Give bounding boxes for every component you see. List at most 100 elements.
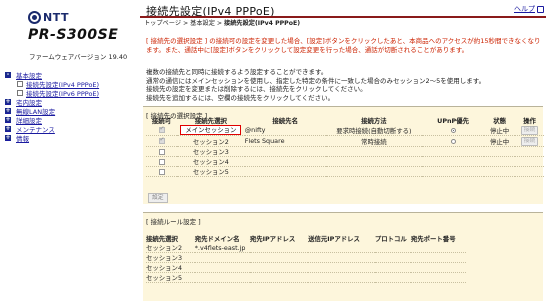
destination-name[interactable] <box>244 156 326 167</box>
column-header: 接続可 <box>151 117 172 125</box>
brand-name: NTT <box>43 11 69 24</box>
description-line: 接続先を追加するには、空欄の接続先をクリックしてください。 <box>146 94 335 103</box>
column-header: 接続先名 <box>272 117 298 125</box>
sidebar-item[interactable]: + 情報 <box>5 133 99 143</box>
session-name-cell[interactable]: メインセッション <box>177 125 245 136</box>
rule-empty-cell <box>308 252 375 263</box>
column-header: 接続方法 <box>361 117 387 125</box>
table-row[interactable]: セッション2 *.v4flets-east.jp <box>146 243 466 253</box>
rule-domain <box>194 262 250 273</box>
column-header: 操作 <box>523 117 536 125</box>
connection-method <box>325 146 423 157</box>
expand-icon[interactable]: + <box>5 125 11 132</box>
expand-icon[interactable]: + <box>5 98 11 105</box>
column-header: 宛先ドメイン名 <box>194 235 240 243</box>
column-header: 接続先選択 <box>146 235 178 243</box>
set-button[interactable]: 設定 <box>148 193 168 203</box>
enable-checkbox[interactable] <box>158 136 165 144</box>
upnp-cell <box>422 135 485 147</box>
rule-empty-cell <box>249 243 309 253</box>
table-row: セッション5 <box>146 166 544 177</box>
firmware-version: ファームウェアバージョン 19.40 <box>29 53 128 61</box>
session-name-cell[interactable]: セッション5 <box>177 166 245 177</box>
session-name[interactable]: セッション4 <box>193 158 229 166</box>
session-name-cell[interactable]: セッション3 <box>177 146 245 157</box>
column-header: 状態 <box>493 117 506 125</box>
enable-checkbox[interactable] <box>158 125 165 133</box>
column-header: UPnP優先 <box>437 117 470 125</box>
connection-method: 要求時接続(自動切断する) <box>325 125 423 136</box>
description-text: 複数の接続先と同時に接続するよう設定することができます。 通常の通信にはメインセッ… <box>146 68 541 103</box>
upnp-radio[interactable] <box>450 127 456 133</box>
table-row: セッション2 Flets Square常時接続 停止中接続 <box>146 135 544 147</box>
upnp-radio[interactable] <box>450 138 456 144</box>
model-name: PR-S300SE <box>28 27 119 43</box>
rule-domain <box>194 252 250 263</box>
destination-name[interactable]: @nifty <box>244 125 326 136</box>
rule-session-name[interactable]: セッション5 <box>146 272 195 283</box>
breadcrumb: トップページ > 基本設定 > 接続先設定(IPv4 PPPoE) <box>144 18 300 27</box>
status-text <box>484 146 516 157</box>
rule-empty-cell <box>374 272 411 283</box>
enable-cell <box>146 166 178 177</box>
destination-name[interactable]: Flets Square <box>244 135 326 147</box>
rule-empty-cell <box>308 243 375 253</box>
table-row[interactable]: セッション4 <box>146 262 466 273</box>
rule-empty-cell <box>374 243 411 253</box>
operation-cell: 接続 <box>515 125 544 136</box>
destination-name[interactable] <box>244 146 326 157</box>
description-line: 複数の接続先と同時に接続するよう設定することができます。 <box>146 68 328 76</box>
rule-session-name[interactable]: セッション2 <box>146 243 195 253</box>
session-name[interactable]: セッション2 <box>193 138 229 146</box>
operation-cell: 接続 <box>515 135 544 147</box>
breadcrumb-link[interactable]: トップページ <box>144 20 181 27</box>
column-header: 接続先選択 <box>194 117 227 125</box>
rule-empty-cell <box>410 272 466 283</box>
rule-empty-cell <box>249 262 309 273</box>
enable-cell <box>146 125 178 136</box>
breadcrumb-current: 接続先設定(IPv4 PPPoE) <box>224 20 301 27</box>
enable-checkbox[interactable] <box>158 168 165 175</box>
session-name-cell[interactable]: セッション4 <box>177 156 245 167</box>
session-name[interactable]: セッション3 <box>193 148 229 156</box>
help-link[interactable]: ヘルプ <box>514 4 544 14</box>
enable-checkbox[interactable] <box>158 148 165 155</box>
session-name[interactable]: セッション5 <box>193 168 229 176</box>
rule-session-name[interactable]: セッション3 <box>146 252 195 263</box>
connection-method: 常時接続 <box>325 135 423 147</box>
table-row: セッション3 <box>146 146 544 157</box>
rule-domain <box>194 272 250 283</box>
table-row[interactable]: セッション5 <box>146 272 466 283</box>
table-row[interactable]: セッション3 <box>146 252 466 263</box>
status-text: 停止中 <box>484 135 516 147</box>
connect-button[interactable]: 接続 <box>520 137 539 146</box>
rule-empty-cell <box>374 262 411 273</box>
warning-text: [ 接続先の選択設定 ] の接続可の設定を変更した場合、[設定]ボタンをクリック… <box>146 37 541 54</box>
connect-button[interactable]: 接続 <box>520 126 539 135</box>
collapse-icon[interactable]: - <box>5 71 11 78</box>
rule-panel-title: [ 接続ルール設定 ] <box>146 218 201 226</box>
ntt-logo-icon <box>28 11 41 24</box>
breadcrumb-link[interactable]: 基本設定 <box>190 20 215 27</box>
rule-session-name[interactable]: セッション4 <box>146 262 195 273</box>
column-header: プロトコル <box>374 235 407 243</box>
destination-name[interactable] <box>244 166 326 177</box>
table-row: セッション4 <box>146 156 544 167</box>
description-line: 接続先の設定を変更または削除するには、接続先をクリックしてください。 <box>146 85 367 94</box>
upnp-cell <box>422 156 485 167</box>
operation-cell <box>515 166 544 177</box>
session-name[interactable]: メインセッション <box>180 125 242 135</box>
rule-empty-cell <box>410 262 466 273</box>
connection-method <box>325 166 423 177</box>
expand-icon[interactable]: + <box>5 134 11 141</box>
enable-checkbox[interactable] <box>158 158 165 165</box>
expand-icon[interactable]: + <box>5 116 11 123</box>
expand-icon[interactable]: + <box>5 107 11 114</box>
column-header: 宛先ポート番号 <box>410 235 456 243</box>
session-name-cell[interactable]: セッション2 <box>177 135 245 147</box>
session-table: 接続可 接続先選択 接続先名 接続方法 UPnP優先 状態 操作 メインセッション@nift… <box>146 116 544 177</box>
brand-logo: NTT <box>28 11 69 24</box>
page-icon <box>17 80 23 87</box>
status-text: 停止中 <box>484 125 516 136</box>
rule-empty-cell <box>249 272 309 283</box>
